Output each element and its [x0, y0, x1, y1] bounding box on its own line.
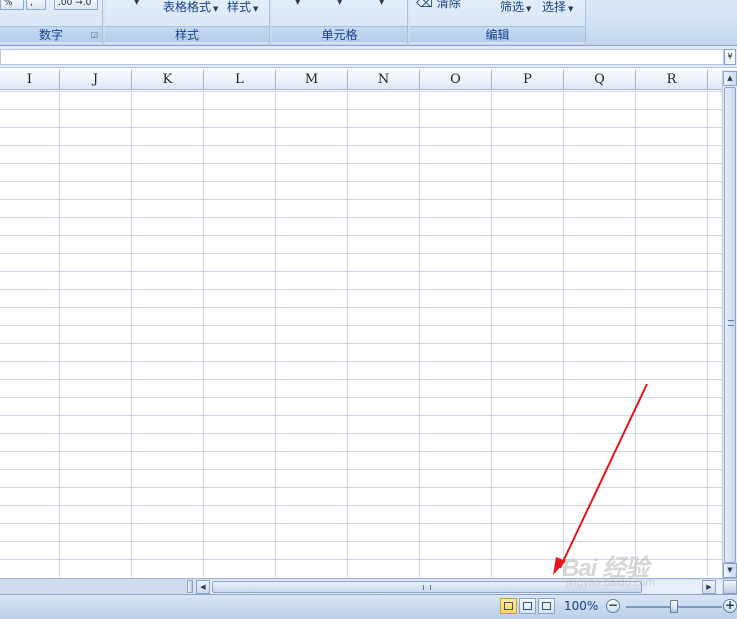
tab-split-handle[interactable]	[187, 580, 193, 593]
ribbon-group-editing: ⌫ 清除 筛选 ▼ 选择 ▼ 编辑	[410, 0, 586, 44]
column-gridline	[59, 91, 60, 577]
column-header-j[interactable]: J	[60, 70, 132, 90]
column-gridline	[347, 91, 348, 577]
arrow-left-icon: ◀	[200, 583, 206, 591]
grip-icon	[423, 585, 431, 590]
eraser-icon: ⌫	[416, 0, 433, 10]
chevron-down-icon: ▼	[253, 5, 259, 13]
page-layout-view-button[interactable]	[519, 598, 536, 614]
window-split-handle[interactable]	[723, 580, 737, 594]
column-header-p[interactable]: P	[492, 70, 564, 90]
column-gridline	[275, 91, 276, 577]
sheet-tabs-area	[0, 579, 186, 594]
column-header-k[interactable]: K	[132, 70, 204, 90]
insert-dropdown-icon[interactable]: ▼	[295, 0, 300, 6]
format-as-table-button[interactable]: 表格格式 ▼	[163, 0, 218, 15]
ribbon: % , .00 →.0 数字 ◲ ▼ 表格格式 ▼ 样式 ▼ 样式 ▼ ▼ ▼ 单元…	[0, 0, 737, 46]
column-headers: I J K L M N O P Q R	[0, 70, 722, 90]
chevron-down-icon: ▼	[568, 5, 574, 13]
column-gridline	[563, 91, 564, 577]
column-gridline	[707, 91, 708, 577]
scroll-up-button[interactable]: ▲	[723, 71, 737, 86]
column-header-i[interactable]: I	[0, 70, 60, 90]
worksheet-grid[interactable]	[0, 91, 722, 577]
formula-bar: ¥	[0, 46, 737, 68]
scroll-down-button[interactable]: ▼	[723, 563, 737, 578]
dialog-launcher-icon[interactable]: ◲	[90, 30, 98, 39]
page-break-icon	[542, 602, 551, 610]
ribbon-group-label-editing: 编辑	[410, 26, 585, 42]
column-header-q[interactable]: Q	[564, 70, 636, 90]
ribbon-group-label-styles: 样式	[105, 26, 269, 42]
vertical-scroll-thumb[interactable]	[724, 87, 736, 563]
double-chevron-down-icon: ¥	[727, 52, 733, 61]
cell-styles-button[interactable]: 样式 ▼	[227, 0, 258, 15]
arrow-right-icon: ▶	[706, 583, 712, 591]
zoom-in-button[interactable]: +	[723, 599, 737, 613]
status-bar: 100% − +	[0, 594, 737, 619]
scroll-left-button[interactable]: ◀	[196, 580, 210, 594]
minus-icon: −	[607, 598, 619, 612]
scroll-right-button[interactable]: ▶	[702, 580, 716, 594]
ribbon-group-label-number: 数字	[0, 26, 102, 42]
page-break-preview-button[interactable]	[538, 598, 555, 614]
expand-formula-bar-button[interactable]: ¥	[724, 49, 736, 65]
sort-filter-button[interactable]: 筛选 ▼	[500, 0, 531, 15]
decrease-decimal-button[interactable]: .00 →.0	[54, 0, 98, 10]
watermark-url: jingyan.baidu.com	[566, 577, 655, 589]
comma-style-button[interactable]: ,	[26, 0, 46, 10]
watermark: Bai 经验 jingyan.baidu.com	[562, 548, 655, 589]
percent-style-button[interactable]: %	[0, 0, 24, 10]
clear-button[interactable]: ⌫ 清除	[416, 0, 461, 11]
format-dropdown-icon[interactable]: ▼	[379, 0, 384, 6]
formula-input[interactable]	[0, 49, 724, 65]
arrow-up-icon: ▲	[727, 74, 733, 82]
grip-icon	[728, 320, 734, 326]
zoom-out-button[interactable]: −	[606, 599, 620, 613]
column-gridline	[419, 91, 420, 577]
column-header-o[interactable]: O	[420, 70, 492, 90]
column-gridline	[131, 91, 132, 577]
ribbon-group-cells: ▼ ▼ ▼ 单元格	[272, 0, 408, 44]
zoom-level[interactable]: 100%	[564, 599, 598, 613]
conditional-format-dropdown-icon[interactable]: ▼	[134, 0, 139, 6]
arrow-down-icon: ▼	[727, 566, 733, 574]
column-header-r[interactable]: R	[636, 70, 708, 90]
find-select-button[interactable]: 选择 ▼	[542, 0, 573, 15]
chevron-down-icon: ▼	[526, 5, 532, 13]
zoom-slider-thumb[interactable]	[670, 600, 678, 613]
column-header-l[interactable]: L	[204, 70, 276, 90]
ribbon-group-label-cells: 单元格	[272, 26, 407, 42]
column-gridline	[203, 91, 204, 577]
grid-view-icon	[504, 602, 513, 610]
delete-dropdown-icon[interactable]: ▼	[337, 0, 342, 6]
chevron-down-icon: ▼	[213, 5, 219, 13]
column-header-n[interactable]: N	[348, 70, 420, 90]
vertical-scrollbar[interactable]: ▲ ▼	[722, 70, 737, 578]
column-gridline	[635, 91, 636, 577]
normal-view-button[interactable]	[500, 598, 517, 614]
ribbon-group-number: % , .00 →.0 数字 ◲	[0, 0, 103, 44]
plus-icon: +	[724, 598, 736, 612]
page-layout-icon	[523, 602, 532, 610]
ribbon-group-styles: ▼ 表格格式 ▼ 样式 ▼ 样式	[105, 0, 270, 44]
column-header-m[interactable]: M	[276, 70, 348, 90]
column-gridline	[491, 91, 492, 577]
